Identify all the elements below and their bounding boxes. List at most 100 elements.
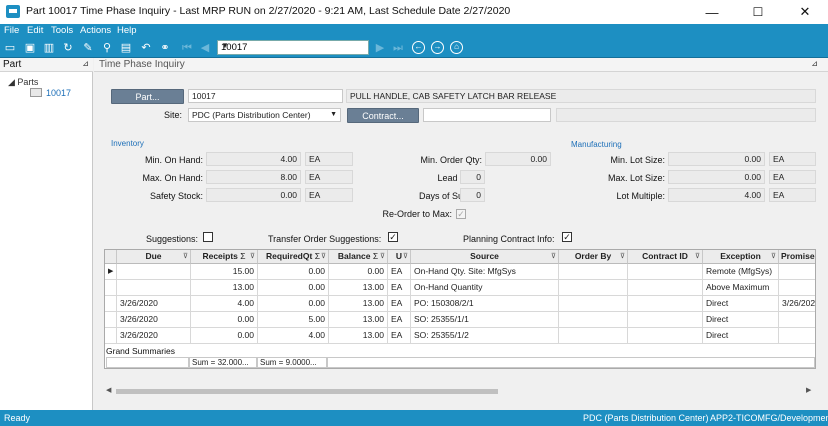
planning-contract-info-checkbox[interactable]: ✓ <box>562 232 572 242</box>
table-cell[interactable]: EA <box>388 264 411 280</box>
menu-edit[interactable]: Edit <box>27 25 43 36</box>
filter-icon[interactable]: ⊽ <box>321 250 326 263</box>
table-cell[interactable]: Direct <box>703 328 779 344</box>
table-cell[interactable] <box>117 280 191 296</box>
col-header-requiredqty[interactable]: RequiredQt Σ ⊽ <box>258 250 329 264</box>
table-cell[interactable]: 13.00 <box>191 280 258 296</box>
table-cell[interactable]: 13.00 <box>329 280 388 296</box>
col-header-promise[interactable]: Promise I <box>779 250 815 264</box>
table-cell[interactable]: 0.00 <box>191 328 258 344</box>
filter-icon[interactable]: ⊽ <box>403 250 408 263</box>
table-cell[interactable]: 0.00 <box>258 264 329 280</box>
chevron-down-icon[interactable]: ▼ <box>221 41 366 50</box>
filter-icon[interactable]: ⊽ <box>695 250 700 263</box>
suggestions-checkbox[interactable] <box>203 232 213 242</box>
contract-button[interactable]: Contract... <box>347 108 419 123</box>
save-icon[interactable]: ▣ <box>23 41 37 55</box>
table-cell[interactable] <box>559 328 628 344</box>
col-header-contract-id[interactable]: Contract ID ⊽ <box>628 250 703 264</box>
undo-icon[interactable]: ↶ <box>139 41 153 55</box>
table-cell[interactable]: SO: 25355/1/2 <box>411 328 559 344</box>
table-cell[interactable] <box>779 264 815 280</box>
table-cell[interactable] <box>628 328 703 344</box>
scroll-left-icon[interactable]: ◀ <box>106 386 111 394</box>
table-cell[interactable] <box>628 264 703 280</box>
table-cell[interactable] <box>628 312 703 328</box>
menu-actions[interactable]: Actions <box>80 25 111 36</box>
table-cell[interactable]: 0.00 <box>191 312 258 328</box>
home-icon[interactable]: ⌂ <box>450 41 463 54</box>
new-icon[interactable]: ▭ <box>3 41 17 55</box>
table-cell[interactable]: 4.00 <box>191 296 258 312</box>
table-cell[interactable]: 13.00 <box>329 296 388 312</box>
tree-item-part[interactable]: 10017 <box>30 88 71 98</box>
reorder-to-max-checkbox[interactable]: ✓ <box>456 209 466 219</box>
maximize-button[interactable]: ☐ <box>735 0 781 24</box>
table-cell[interactable]: Above Maximum <box>703 280 779 296</box>
part-navigation-combo[interactable]: 10017 ▼ <box>217 40 369 55</box>
refresh-icon[interactable]: ↻ <box>61 41 75 55</box>
table-cell[interactable] <box>117 264 191 280</box>
filter-icon[interactable]: ⊽ <box>183 250 188 263</box>
row-selector[interactable] <box>105 328 117 344</box>
tree-collapse-icon[interactable]: ◢ <box>8 77 17 87</box>
grid-horizontal-scrollbar[interactable]: ◀ ▶ <box>104 386 816 396</box>
part-button[interactable]: Part... <box>111 89 184 104</box>
table-cell[interactable] <box>559 296 628 312</box>
col-header-source[interactable]: Source ⊽ <box>411 250 559 264</box>
filter-icon[interactable]: ⊽ <box>250 250 255 263</box>
search-icon[interactable]: ⚭ <box>158 41 172 55</box>
row-selector[interactable] <box>105 280 117 296</box>
col-header-order-by[interactable]: Order By ⊽ <box>559 250 628 264</box>
menu-help[interactable]: Help <box>117 25 137 36</box>
table-cell[interactable]: Remote (MfgSys) <box>703 264 779 280</box>
table-cell[interactable]: 0.00 <box>258 280 329 296</box>
table-cell[interactable]: 0.00 <box>329 264 388 280</box>
table-cell[interactable] <box>559 312 628 328</box>
table-cell[interactable]: 4.00 <box>258 328 329 344</box>
part-field[interactable]: 10017 <box>188 89 343 103</box>
row-selector[interactable] <box>105 312 117 328</box>
table-cell[interactable]: EA <box>388 328 411 344</box>
table-cell[interactable]: PO: 150308/2/1 <box>411 296 559 312</box>
back-icon[interactable]: ← <box>412 41 425 54</box>
table-cell[interactable] <box>628 280 703 296</box>
filter-icon[interactable]: ⊽ <box>551 250 556 263</box>
transfer-order-suggestions-checkbox[interactable]: ✓ <box>388 232 398 242</box>
pin-icon[interactable]: ⊿ <box>82 59 89 68</box>
table-cell[interactable]: Direct <box>703 296 779 312</box>
row-selector[interactable] <box>105 296 117 312</box>
tree-root-parts[interactable]: ◢ Parts <box>8 77 38 88</box>
table-cell[interactable]: EA <box>388 312 411 328</box>
menu-file[interactable]: File <box>4 25 19 36</box>
next-record-icon[interactable]: ▶ <box>373 41 387 55</box>
close-button[interactable]: ✕ <box>782 0 828 24</box>
last-record-icon[interactable]: ⏭ <box>391 41 405 55</box>
chevron-down-icon[interactable]: ▼ <box>330 109 337 121</box>
first-record-icon[interactable]: ⏮ <box>180 41 194 55</box>
table-cell[interactable]: 3/26/2020 <box>117 312 191 328</box>
filter-icon[interactable]: ⊽ <box>620 250 625 263</box>
table-cell[interactable]: 13.00 <box>329 312 388 328</box>
table-cell[interactable]: 3/26/2020 <box>117 328 191 344</box>
table-cell[interactable] <box>559 264 628 280</box>
table-cell[interactable]: 0.00 <box>258 296 329 312</box>
col-header-balance[interactable]: Balance Σ ⊽ <box>329 250 388 264</box>
table-cell[interactable]: 15.00 <box>191 264 258 280</box>
table-cell[interactable]: 13.00 <box>329 328 388 344</box>
col-header-receipts[interactable]: Receipts Σ ⊽ <box>191 250 258 264</box>
minimize-button[interactable]: — <box>689 0 735 24</box>
scroll-right-icon[interactable]: ▶ <box>806 386 811 394</box>
print-icon[interactable]: ▤ <box>119 41 133 55</box>
table-cell[interactable]: 3/26/2020 <box>117 296 191 312</box>
forward-icon[interactable]: → <box>431 41 444 54</box>
table-cell[interactable] <box>779 328 815 344</box>
clear-icon[interactable]: ✎ <box>81 41 95 55</box>
attach-icon[interactable]: ⚲ <box>100 41 114 55</box>
table-cell[interactable]: EA <box>388 296 411 312</box>
filter-icon[interactable]: ⊽ <box>771 250 776 263</box>
table-cell[interactable] <box>628 296 703 312</box>
table-cell[interactable] <box>559 280 628 296</box>
table-cell[interactable]: SO: 25355/1/1 <box>411 312 559 328</box>
pin-icon[interactable]: ⊿ <box>811 59 818 68</box>
